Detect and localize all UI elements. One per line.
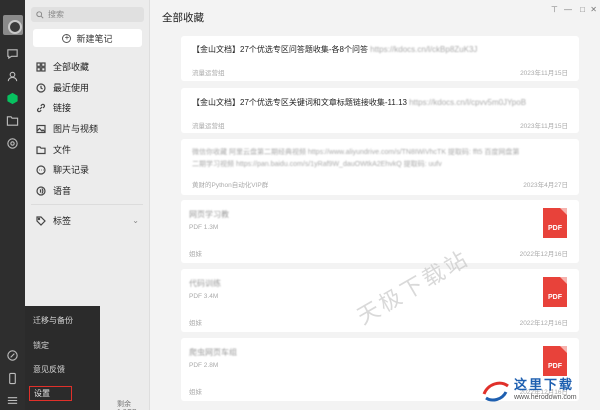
nav-item-recent[interactable]: 最近使用 [25,78,149,97]
search-input[interactable]: 搜索 [31,7,144,22]
notes-app: 搜索 + 新建笔记 全部收藏 最近使用 链接 图片与视频 文件 聊天记录 语音 … [0,0,600,410]
mini-program-icon[interactable] [5,348,19,362]
swirl-logo-icon [482,381,509,402]
menu-icon[interactable] [5,393,19,407]
new-note-button[interactable]: + 新建笔记 [33,29,142,47]
link-icon [36,103,46,112]
icon-rail [0,0,25,410]
pdf-icon: PDF [543,277,567,307]
close-icon[interactable]: ✕ [590,5,597,14]
card-link: https://kdocs.cn/l/cpvv5m0JYpoB [409,98,527,107]
menu-item-settings[interactable]: 设置 [29,386,72,401]
card-source: 黄财的Python自动化VIP群 [192,182,269,189]
card-link: https://kdocs.cn/l/ckBp8ZuK3J [370,45,478,54]
file-size: PDF 2.8M [189,362,219,369]
settings-label: 设置 [34,389,50,398]
nav-item-voice[interactable]: 语音 [25,181,149,200]
card-source: 姐妹 [189,389,202,396]
pdf-icon: PDF [543,208,567,238]
search-icon [36,10,44,19]
voice-icon [36,185,46,196]
logo-url: www.herodown.com [514,394,577,401]
pdf-label: PDF [548,294,562,301]
folder-icon[interactable] [5,113,19,127]
card-date: 2023年11月15日 [520,70,568,77]
card-title-row: 【金山文档】27个优选专区问答题收集-各8个问答 https://kdocs.c… [192,44,477,55]
file-card[interactable]: 网页学习教 PDF 1.3M 姐妹 2022年12月16日 PDF [181,200,579,263]
file-name: 爬虫网页车组 [189,348,237,357]
card-date: 2022年12月16日 [519,251,568,258]
card-title: 【金山文档】27个优选专区关键词和文章标题链接收集-11.13 [192,98,407,107]
card-source: 姐妹 [189,320,202,327]
more-menu: 迁移与备份 锁定 意见反馈 设置 [25,306,100,410]
nav-item-chat-history[interactable]: 聊天记录 [25,160,149,179]
pin-icon[interactable]: ⊤ [551,5,558,14]
nav-item-label: 全部收藏 [53,62,90,72]
nav-item-tags[interactable]: 标签 ⌄ [25,211,149,230]
contacts-icon[interactable] [5,69,19,83]
nav-item-label: 链接 [53,103,72,113]
nav-item-all-favorites[interactable]: 全部收藏 [25,57,149,76]
chat-bubble-icon[interactable] [5,46,19,60]
chat-icon [36,164,46,175]
card-source: 流量运营组 [192,123,225,130]
favorite-card[interactable]: 微信你收藏 阿里云盘第二期经典视频 https://www.aliyundriv… [181,139,579,195]
phone-icon[interactable] [5,371,19,385]
menu-item-migrate-backup[interactable]: 迁移与备份 [33,315,73,326]
storage-quota: 剩余1.9GB [117,401,137,410]
page-title: 全部收藏 [162,12,204,24]
card-source: 姐妹 [189,251,202,258]
nav-item-label: 文件 [53,145,72,155]
avatar[interactable] [3,15,23,35]
minimize-icon[interactable]: — [564,5,572,14]
folder-icon [36,145,46,154]
nav-item-label: 最近使用 [53,83,90,93]
nav-item-label: 聊天记录 [53,165,90,175]
grid-icon [36,61,46,72]
card-date: 2022年12月16日 [519,320,568,327]
nav-item-label: 图片与视频 [53,124,99,134]
file-name: 代码训练 [189,279,221,288]
card-date: 2023年11月15日 [520,123,568,130]
logo-title: 这里下载 [514,377,575,392]
new-note-label: 新建笔记 [76,33,113,44]
pdf-label: PDF [548,225,562,232]
plus-icon: + [62,33,72,43]
moments-icon[interactable] [5,136,19,150]
main-content: 全部收藏 ⊤ — □ ✕ 【金山文档】27个优选专区问答题收集-各8个问答 ht… [150,0,600,410]
favorites-cube-icon[interactable] [5,91,19,105]
card-text-line: 二期学习视频 https://pan.baidu.com/s/1yRaf9W_d… [192,161,442,168]
card-source: 流量运营组 [192,70,225,77]
maximize-icon[interactable]: □ [580,5,585,14]
pdf-label: PDF [548,363,562,370]
menu-item-lock[interactable]: 锁定 [33,340,49,351]
tag-icon [36,215,46,226]
nav-item-files[interactable]: 文件 [25,140,149,159]
chevron-down-icon[interactable]: ⌄ [132,216,139,225]
clock-icon [36,82,46,93]
card-title: 【金山文档】27个优选专区问答题收集-各8个问答 [192,45,369,54]
image-icon [36,124,46,133]
site-logo: 这里下载 www.herodown.com [478,372,596,408]
card-title-row: 【金山文档】27个优选专区关键词和文章标题链接收集-11.13 https://… [192,97,526,108]
nav-item-label: 标签 [53,216,72,226]
menu-item-feedback[interactable]: 意见反馈 [33,364,65,375]
divider [31,204,143,205]
file-name: 网页学习教 [189,210,229,219]
file-size: PDF 1.3M [189,224,219,231]
nav-item-links[interactable]: 链接 [25,98,149,117]
card-text-line: 微信你收藏 阿里云盘第二期经典视频 https://www.aliyundriv… [192,149,520,156]
file-size: PDF 3.4M [189,293,219,300]
favorite-card[interactable]: 【金山文档】27个优选专区问答题收集-各8个问答 https://kdocs.c… [181,36,579,81]
favorite-card[interactable]: 【金山文档】27个优选专区关键词和文章标题链接收集-11.13 https://… [181,88,579,133]
nav-item-images-videos[interactable]: 图片与视频 [25,119,149,138]
nav-item-label: 语音 [53,186,72,196]
card-date: 2023年4月27日 [523,182,568,189]
search-placeholder: 搜索 [48,10,64,19]
